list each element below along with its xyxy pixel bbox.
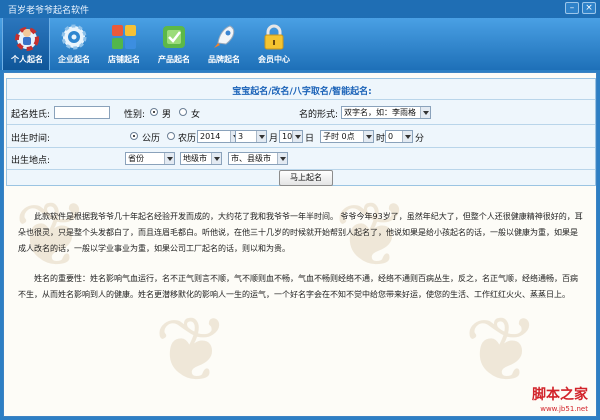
city-select[interactable]: 地级市 (180, 152, 222, 165)
hour-unit: 时 (376, 134, 386, 144)
select-value: 双字名，如：李雨格 (344, 108, 416, 117)
tab-label: 个人起名 (11, 55, 43, 64)
gender-label: 性别: (124, 110, 146, 120)
tab-label: 店铺起名 (108, 55, 140, 64)
lunar-calendar-label: 农历 (178, 134, 197, 144)
naming-form: 宝宝起名/改名/八字取名/智能起名: 起名姓氏: 性别: 男 女 名的形式: 双… (6, 78, 596, 186)
window-title: 百岁老爷爷起名软件 (8, 6, 90, 16)
select-value: 子时 0点 (323, 132, 355, 141)
day-select[interactable]: 10 (279, 130, 303, 143)
person-lifebuoy-icon (15, 27, 39, 51)
padlock-icon (264, 24, 284, 50)
tab-member-center[interactable]: 会员中心 (250, 18, 298, 70)
select-value: 地级市 (183, 154, 207, 163)
background-ornament: ❦ (464, 298, 540, 403)
intro-paragraph: 此款软件是根据我爷爷几十年起名经验开发而成的，大约花了我和我爷爷一年半时间。 爷… (18, 212, 583, 253)
tab-label: 会员中心 (258, 55, 290, 64)
minimize-button[interactable]: – (565, 2, 579, 14)
chevron-down-icon (363, 131, 373, 142)
hour-select[interactable]: 子时 0点 (320, 130, 374, 143)
product-cube-icon (163, 26, 185, 48)
select-value: 2014 (200, 132, 221, 141)
gear-icon (61, 24, 87, 50)
province-select[interactable]: 省份 (125, 152, 175, 165)
divider (7, 99, 595, 100)
generate-name-button[interactable]: 马上起名 (279, 170, 333, 186)
select-value: 市、县级市 (231, 154, 271, 163)
lunar-calendar-radio[interactable] (167, 132, 175, 140)
tab-enterprise-naming[interactable]: 企业起名 (50, 18, 98, 70)
chevron-down-icon (277, 153, 287, 164)
main-toolbar: 个人起名 企业起名 店铺起名 产品起名 品牌起名 会员中心 (0, 18, 600, 70)
tab-label: 品牌起名 (208, 55, 240, 64)
surname-label: 起名姓氏: (11, 110, 51, 120)
chevron-down-icon (402, 131, 412, 142)
minute-select[interactable]: 0 (385, 130, 413, 143)
content-area: ❦ ❦ ❦ ❦ 宝宝起名/改名/八字取名/智能起名: 起名姓氏: 性别: 男 女… (3, 72, 597, 417)
select-value: 0 (388, 132, 394, 141)
month-unit: 月 (269, 134, 279, 144)
tab-label: 产品起名 (158, 55, 190, 64)
county-select[interactable]: 市、县级市 (228, 152, 288, 165)
solar-calendar-label: 公历 (142, 134, 161, 144)
background-ornament: ❦ (154, 298, 230, 403)
chevron-down-icon (211, 153, 221, 164)
month-select[interactable]: 3 (235, 130, 267, 143)
name-format-label: 名的形式: (299, 110, 339, 120)
gender-male-radio[interactable] (150, 108, 158, 116)
divider (7, 147, 595, 148)
gender-male-label: 男 (162, 110, 172, 120)
tab-brand-naming[interactable]: 品牌起名 (200, 18, 248, 70)
rocket-icon (214, 25, 235, 48)
chevron-down-icon (256, 131, 266, 142)
name-format-select[interactable]: 双字名，如：李雨格 (341, 106, 431, 119)
chevron-down-icon (292, 131, 302, 142)
tab-personal-naming[interactable]: 个人起名 (2, 18, 50, 70)
tab-product-naming[interactable]: 产品起名 (150, 18, 198, 70)
select-value: 10 (282, 132, 293, 141)
window-controls: – × (565, 2, 596, 14)
day-unit: 日 (305, 134, 315, 144)
tab-label: 企业起名 (58, 55, 90, 64)
minute-unit: 分 (415, 134, 425, 144)
site-logo-url: www.jb51.net (540, 405, 588, 413)
divider (7, 124, 595, 125)
tab-store-naming[interactable]: 店铺起名 (100, 18, 148, 70)
title-bar: 百岁老爷爷起名软件 – × (0, 0, 600, 18)
importance-paragraph: 姓名的重要性：姓名影响气血运行，名不正气则言不顺，气不顺则血不畅，气血不畅则经络… (18, 274, 578, 299)
birthplace-label: 出生地点: (11, 156, 51, 166)
select-value: 3 (238, 132, 244, 141)
gender-female-label: 女 (191, 110, 201, 120)
gender-female-radio[interactable] (179, 108, 187, 116)
store-tiles-icon (112, 25, 136, 49)
close-button[interactable]: × (582, 2, 596, 14)
surname-input[interactable] (54, 106, 110, 119)
site-logo: 脚本之家 (532, 387, 588, 403)
chevron-down-icon (420, 107, 430, 118)
birth-time-label: 出生时间: (11, 134, 51, 144)
chevron-down-icon (164, 153, 174, 164)
solar-calendar-radio[interactable] (130, 132, 138, 140)
select-value: 省份 (128, 154, 144, 163)
form-title: 宝宝起名/改名/八字取名/智能起名: (232, 87, 372, 97)
